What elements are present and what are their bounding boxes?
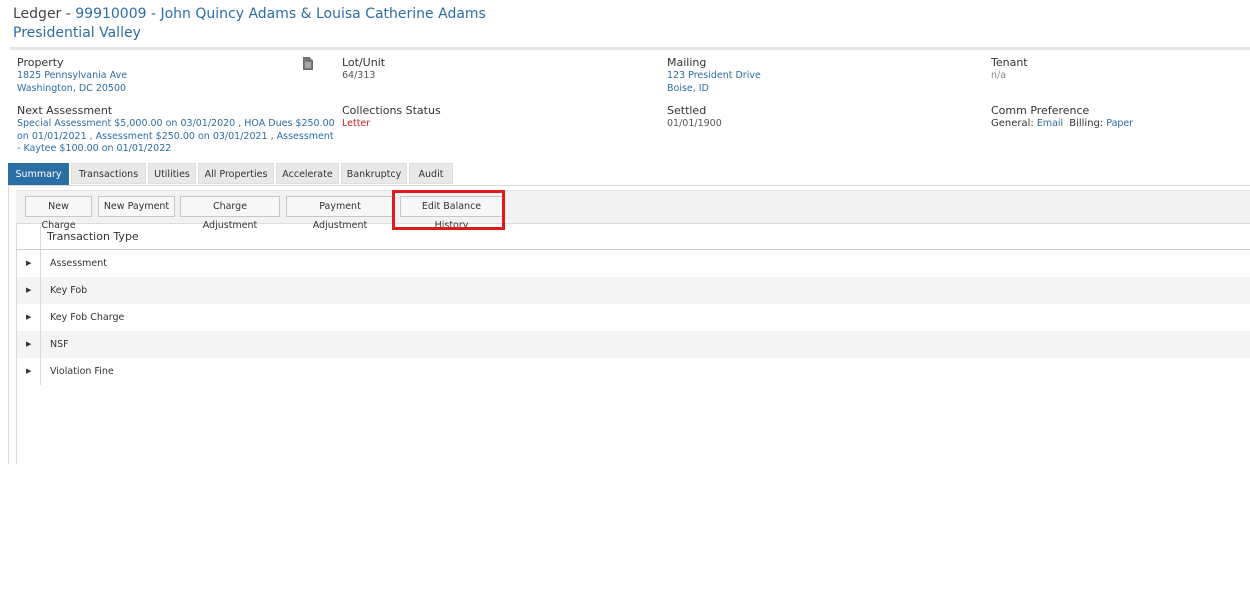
mailing-address-line1[interactable]: 123 President Drive	[667, 70, 761, 83]
table-row[interactable]: ▶ Violation Fine	[17, 358, 1250, 385]
charge-adjustment-button[interactable]: Charge Adjustment	[180, 196, 280, 231]
highlight-box	[392, 190, 505, 230]
table-row[interactable]: ▶ Assessment	[17, 250, 1250, 277]
account-link[interactable]: 99910009 - John Quincy Adams & Louisa Ca…	[75, 6, 486, 22]
next-assessment-line2[interactable]: on 01/01/2021 , Assessment $250.00 on 03…	[17, 131, 335, 144]
row-separator	[40, 331, 41, 358]
header-divider	[10, 47, 1250, 50]
comm-preference-values: General: Email Billing: Paper	[991, 118, 1133, 131]
transaction-type-header[interactable]: Transaction Type	[47, 225, 139, 249]
tab-audit[interactable]: Audit	[409, 163, 453, 184]
expand-arrow-icon[interactable]: ▶	[26, 277, 31, 304]
row-label: Key Fob	[50, 285, 88, 296]
tab-transactions[interactable]: Transactions	[71, 163, 146, 184]
general-value[interactable]: Email	[1037, 118, 1063, 129]
next-assessment-line3[interactable]: - Kaytee $100.00 on 01/01/2022	[17, 143, 335, 156]
row-label: NSF	[50, 339, 69, 350]
tab-summary[interactable]: Summary	[8, 163, 69, 185]
billing-value[interactable]: Paper	[1106, 118, 1133, 129]
panel-border	[8, 186, 9, 464]
tab-utilities[interactable]: Utilities	[148, 163, 196, 184]
tab-all-properties[interactable]: All Properties	[198, 163, 274, 184]
mailing-address-line2[interactable]: Boise, ID	[667, 83, 761, 96]
settled-block: Settled 01/01/1900	[667, 104, 722, 131]
ledger-title: Ledger - 99910009 - John Quincy Adams & …	[13, 5, 486, 24]
next-assessment-block: Next Assessment Special Assessment $5,00…	[17, 104, 335, 156]
grid-header-separator	[40, 225, 41, 249]
tab-bankruptcy[interactable]: Bankruptcy	[341, 163, 407, 184]
expand-arrow-icon[interactable]: ▶	[26, 250, 31, 277]
table-row[interactable]: ▶ Key Fob	[17, 277, 1250, 304]
document-icon[interactable]	[303, 57, 313, 70]
row-label: Assessment	[50, 258, 107, 269]
property-address-line2[interactable]: Washington, DC 20500	[17, 83, 127, 96]
payment-adjustment-button[interactable]: Payment Adjustment	[286, 196, 394, 231]
ledger-prefix: Ledger -	[13, 6, 76, 22]
next-assessment-line1[interactable]: Special Assessment $5,000.00 on 03/01/20…	[17, 118, 335, 131]
grid-header: Transaction Type	[17, 225, 1250, 250]
community-link[interactable]: Presidential Valley	[13, 24, 486, 43]
tab-bar: Summary Transactions Utilities All Prope…	[8, 163, 1250, 186]
next-assessment-label: Next Assessment	[17, 104, 113, 117]
new-payment-button[interactable]: New Payment	[98, 196, 175, 217]
mailing-block: Mailing 123 President Drive Boise, ID	[667, 56, 761, 95]
row-label: Key Fob Charge	[50, 312, 125, 323]
settled-value: 01/01/1900	[667, 118, 722, 129]
row-separator	[40, 304, 41, 331]
expand-arrow-icon[interactable]: ▶	[26, 331, 31, 358]
billing-label: Billing:	[1069, 118, 1104, 129]
table-row[interactable]: ▶ Key Fob Charge	[17, 304, 1250, 331]
comm-preference-block: Comm Preference General: Email Billing: …	[991, 104, 1133, 131]
mailing-label: Mailing	[667, 56, 707, 69]
lot-value: 64/313	[342, 70, 376, 81]
collections-status-value: Letter	[342, 118, 371, 129]
page-header: Ledger - 99910009 - John Quincy Adams & …	[13, 5, 486, 43]
general-label: General:	[991, 118, 1034, 129]
table-row[interactable]: ▶ NSF	[17, 331, 1250, 358]
collections-block: Collections Status Letter	[342, 104, 441, 131]
lot-label: Lot/Unit	[342, 56, 386, 69]
property-label: Property	[17, 56, 64, 69]
expand-arrow-icon[interactable]: ▶	[26, 358, 31, 385]
property-block: Property 1825 Pennsylvania Ave Washingto…	[17, 56, 127, 95]
lot-block: Lot/Unit 64/313	[342, 56, 385, 83]
tab-accelerate[interactable]: Accelerate	[276, 163, 339, 184]
tenant-label: Tenant	[991, 56, 1028, 69]
tenant-value: n/a	[991, 70, 1007, 81]
expand-arrow-icon[interactable]: ▶	[26, 304, 31, 331]
tenant-block: Tenant n/a	[991, 56, 1028, 83]
settled-label: Settled	[667, 104, 707, 117]
comm-preference-label: Comm Preference	[991, 104, 1090, 117]
row-separator	[40, 277, 41, 304]
row-separator	[40, 250, 41, 277]
property-address-line1[interactable]: 1825 Pennsylvania Ave	[17, 70, 127, 83]
row-label: Violation Fine	[50, 366, 114, 377]
new-charge-button[interactable]: New Charge	[25, 196, 92, 231]
row-separator	[40, 358, 41, 385]
collections-label: Collections Status	[342, 104, 441, 117]
